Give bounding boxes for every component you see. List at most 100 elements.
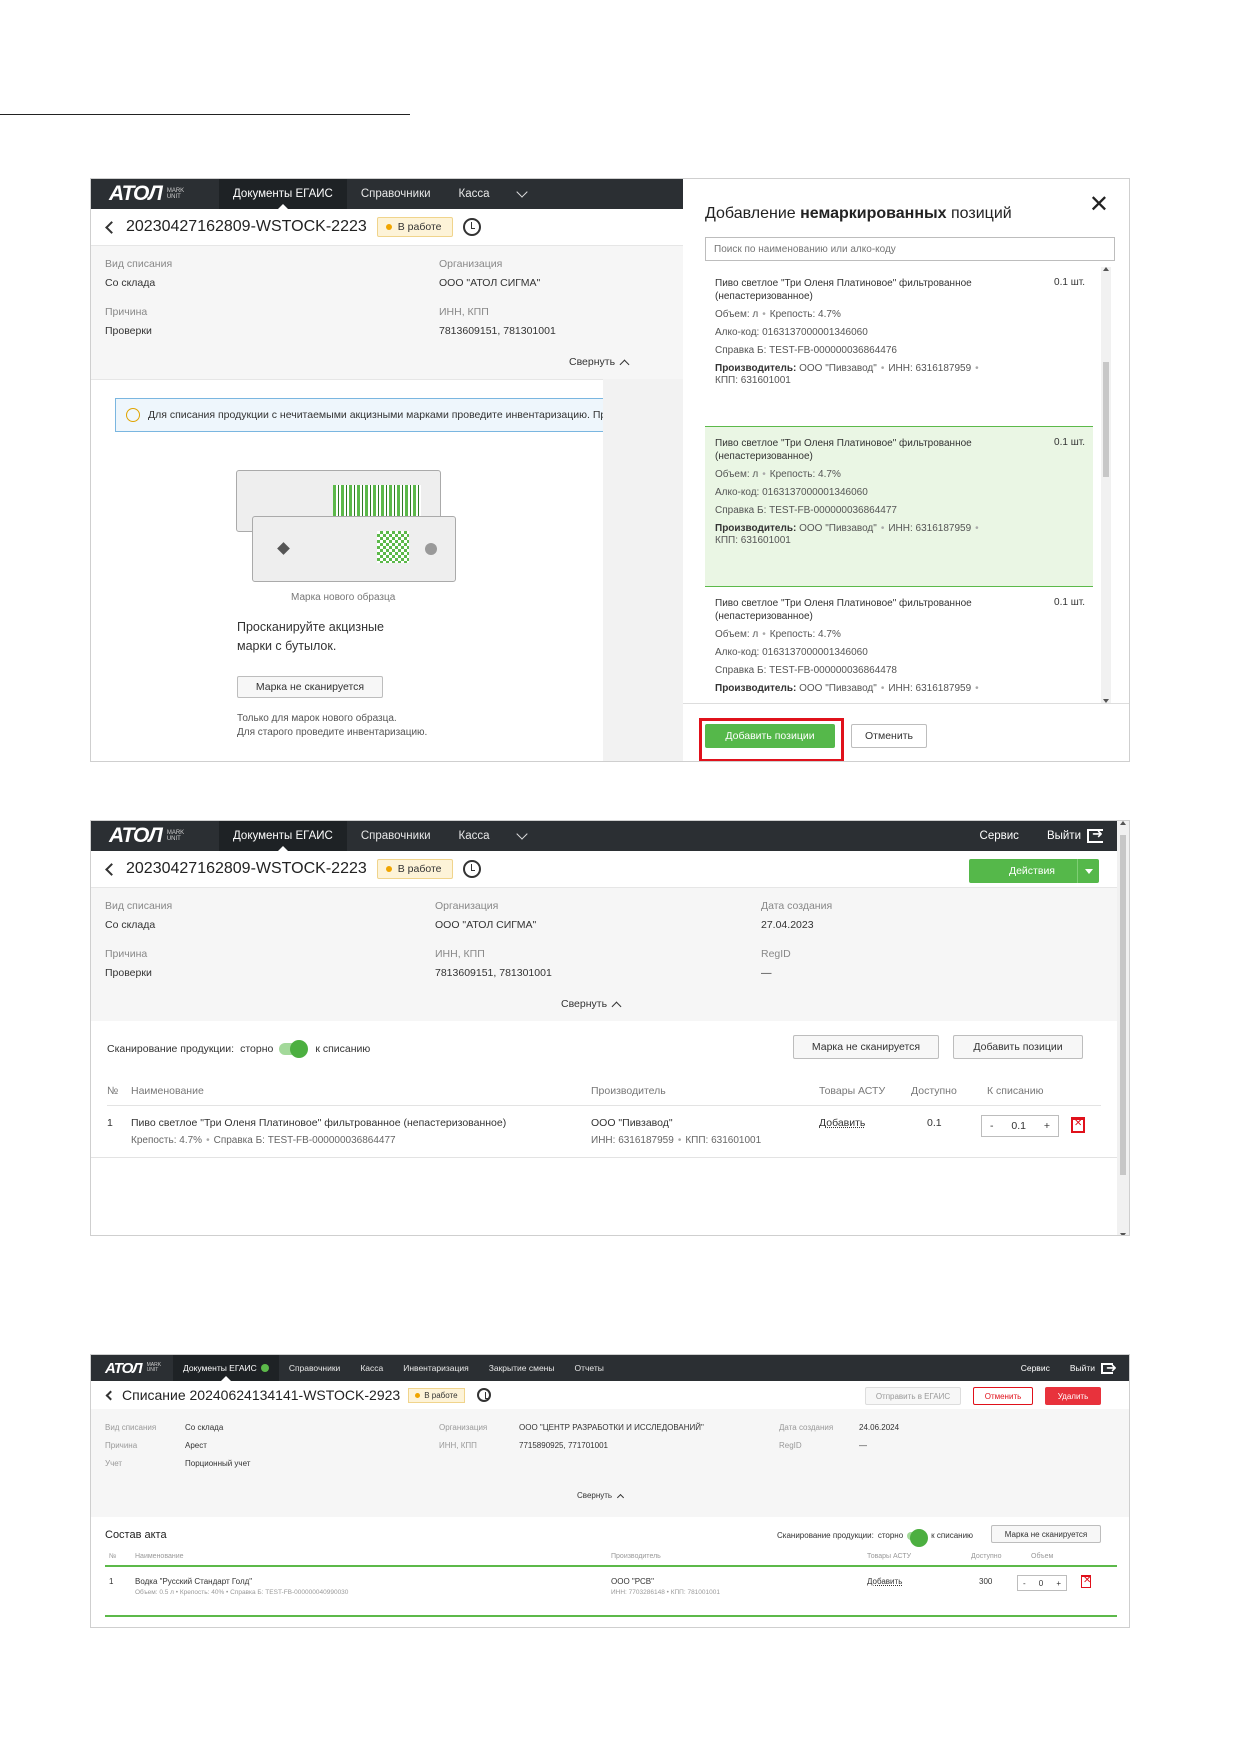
status-badge: В работе	[408, 1387, 465, 1403]
nav-more[interactable]	[504, 179, 540, 209]
atol-logo: ATOЛ MARK UNIT	[105, 1359, 162, 1377]
nav-inventory[interactable]: Инвентаризация	[393, 1355, 479, 1381]
status-dot-icon	[385, 224, 392, 230]
nav-more[interactable]	[504, 821, 540, 851]
cancel-button[interactable]: Отменить	[973, 1387, 1033, 1405]
screenshot-writeoff-list: ATOЛ MARK UNIT Документы ЕГАИС Справочник…	[90, 820, 1130, 1236]
doc-title: 20230427162809-WSTOCK-2223	[126, 860, 367, 877]
top-bar: ATOЛ MARK UNIT Документы ЕГАИС Справочник…	[91, 821, 1129, 851]
scan-panel: Для списания продукции с нечитаемыми акц…	[91, 379, 695, 761]
nav-references[interactable]: Справочники	[279, 1355, 351, 1381]
status-badge: В работе	[376, 217, 453, 237]
collapse-toggle[interactable]: Свернуть	[569, 356, 630, 369]
logout-icon	[1087, 826, 1103, 843]
modal-title: Добавление немаркированных позиций	[705, 205, 1012, 222]
list-item[interactable]: Пиво светлое "Три Оленя Платиновое" филь…	[705, 267, 1093, 427]
send-egais-button[interactable]: Отправить в ЕГАИС	[865, 1387, 961, 1405]
nav-reports[interactable]: Отчеты	[565, 1355, 614, 1381]
scan-instruction: Просканируйте акцизные марки с бутылок.	[237, 620, 384, 653]
nav-references[interactable]: Справочники	[347, 179, 445, 209]
history-icon[interactable]	[462, 860, 481, 878]
section-title: Состав акта	[105, 1529, 167, 1541]
list-item-selected[interactable]: Пиво светлое "Три Оленя Платиновое" филь…	[705, 427, 1093, 587]
delete-row-icon[interactable]	[1071, 1117, 1085, 1133]
minus-button[interactable]: -	[1023, 1579, 1026, 1588]
add-astu-link[interactable]: Добавить	[819, 1117, 865, 1129]
scan-note: Только для марок нового образца. Для стар…	[237, 713, 428, 738]
barcode-icon	[333, 485, 421, 517]
positions-table: Сканирование продукции: сторно к списанию…	[91, 1021, 1129, 1235]
list-scrollbar[interactable]	[1101, 267, 1111, 703]
scan-mode-toggle[interactable]	[907, 1528, 929, 1547]
back-chevron-icon[interactable]	[105, 220, 118, 234]
lightbulb-icon	[126, 408, 140, 422]
collapse-toggle[interactable]: Свернуть	[561, 998, 622, 1011]
status-badge: В работе	[376, 859, 453, 879]
history-icon[interactable]	[462, 218, 481, 236]
screenshot-writeoff-act: ATOЛ MARK UNIT Документы ЕГАИС Справочник…	[90, 1354, 1130, 1628]
plus-button[interactable]: +	[1044, 1120, 1050, 1132]
nav-egais-docs[interactable]: Документы ЕГАИС	[173, 1355, 279, 1381]
position-list: Пиво светлое "Три Оленя Платиновое" филь…	[705, 267, 1093, 697]
scan-mode: Сканирование продукции: сторно к списанию	[777, 1528, 974, 1547]
back-chevron-icon[interactable]	[105, 1390, 116, 1400]
modal-footer: Добавить позиции Отменить	[683, 703, 1129, 761]
cancel-button[interactable]: Отменить	[851, 724, 927, 748]
service-link[interactable]: Сервис	[1011, 1355, 1060, 1381]
scan-mode-toggle[interactable]	[279, 1040, 309, 1058]
screenshot-add-unmarked: ATOЛ MARK UNIT Документы ЕГАИС Справочник…	[90, 178, 1130, 762]
service-link[interactable]: Сервис	[966, 821, 1033, 851]
nav-egais-docs[interactable]: Документы ЕГАИС	[219, 821, 347, 851]
not-scanned-button[interactable]: Марка не сканируется	[237, 676, 383, 698]
minus-button[interactable]: -	[990, 1120, 994, 1132]
chevron-up-icon	[611, 1001, 622, 1011]
nav-kassa[interactable]: Касса	[445, 821, 504, 851]
atol-logo: ATOЛ MARK UNIT	[109, 182, 185, 205]
act-composition: Состав акта Сканирование продукции: сторн…	[91, 1517, 1129, 1627]
doc-header: 20230427162809-WSTOCK-2223 В работе	[91, 851, 481, 887]
add-positions-button[interactable]: Добавить позиции	[953, 1035, 1083, 1059]
doc-header: 20230427162809-WSTOCK-2223 В работе	[91, 209, 481, 245]
top-bar: ATOЛ MARK UNIT Документы ЕГАИС Справочник…	[91, 1355, 1129, 1381]
chevron-up-icon	[619, 359, 630, 369]
not-scanned-button[interactable]: Марка не сканируется	[991, 1525, 1101, 1543]
history-icon[interactable]	[476, 1388, 491, 1402]
plus-button[interactable]: +	[1056, 1579, 1061, 1588]
atol-logo: ATOЛ MARK UNIT	[109, 824, 185, 847]
chevron-up-icon	[617, 1493, 625, 1502]
actions-dropdown-button[interactable]: Действия	[968, 859, 1099, 883]
nav-references[interactable]: Справочники	[347, 821, 445, 851]
not-scanned-button[interactable]: Марка не сканируется	[793, 1035, 939, 1059]
quantity-stepper[interactable]: - 0.1 +	[981, 1115, 1059, 1137]
excise-stamp-illustration	[236, 470, 456, 585]
search-input[interactable]	[705, 237, 1115, 261]
add-unmarked-modal: Добавление немаркированных позиций ✕ Пив…	[683, 179, 1129, 761]
chevron-down-icon	[515, 828, 528, 840]
status-ok-icon	[260, 1364, 269, 1372]
delete-row-icon[interactable]	[1081, 1575, 1091, 1588]
logout-icon	[1101, 1360, 1117, 1376]
delete-button[interactable]: Удалить	[1045, 1387, 1101, 1405]
top-bar: ATOЛ MARK UNIT Документы ЕГАИС Справочник…	[91, 179, 683, 209]
chevron-down-icon	[515, 186, 528, 198]
doc-title: Списание 20240624134141-WSTOCK-2923	[122, 1387, 401, 1403]
nav-kassa[interactable]: Касса	[350, 1355, 393, 1381]
quantity-stepper[interactable]: - 0 +	[1017, 1575, 1067, 1591]
nav-egais-docs[interactable]: Документы ЕГАИС	[219, 179, 347, 209]
list-item[interactable]: Пиво светлое "Три Оленя Платиновое" филь…	[705, 587, 1093, 697]
stamp-caption: Марка нового образца	[291, 592, 396, 603]
close-icon[interactable]: ✕	[1089, 193, 1109, 217]
collapse-toggle[interactable]: Свернуть	[577, 1491, 625, 1502]
logout-button[interactable]: Выйти	[1060, 1355, 1123, 1381]
doc-info: Вид списания Со склада Организация ООО "АТ…	[91, 887, 1119, 1021]
logout-button[interactable]: Выйти	[1033, 821, 1117, 851]
doc-info: Вид списания Со склада Организация ООО "АТ…	[91, 245, 683, 379]
add-astu-link[interactable]: Добавить	[867, 1577, 902, 1586]
back-chevron-icon[interactable]	[105, 862, 118, 876]
page-scrollbar[interactable]	[1117, 821, 1129, 1235]
nav-shift-close[interactable]: Закрытие смены	[479, 1355, 565, 1381]
status-dot-icon	[385, 866, 392, 872]
nav-kassa[interactable]: Касса	[445, 179, 504, 209]
highlight-frame	[699, 718, 844, 761]
product-name: Пиво светлое "Три Оленя Платиновое" филь…	[131, 1117, 507, 1129]
